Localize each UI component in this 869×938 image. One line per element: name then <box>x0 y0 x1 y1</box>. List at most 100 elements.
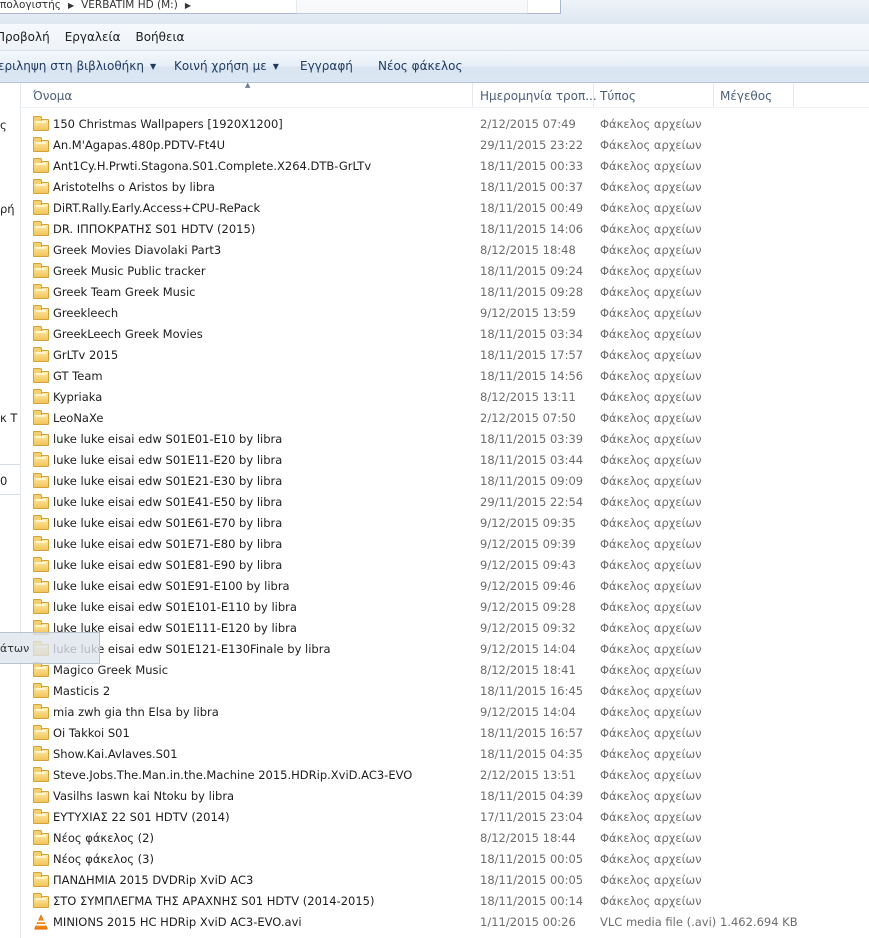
folder-icon <box>33 704 49 719</box>
file-row[interactable]: mia zwh gia thn Elsa by libra 9/12/2015 1… <box>21 702 869 723</box>
file-date-modified: 18/11/2015 03:34 <box>480 327 584 341</box>
file-date-modified: 18/11/2015 14:06 <box>480 222 584 236</box>
file-row[interactable]: GT Team 18/11/2015 14:56 Φάκελος αρχείων <box>21 366 869 387</box>
folder-icon <box>33 494 49 509</box>
file-name: 150 Christmas Wallpapers [1920X1200] <box>53 117 283 131</box>
file-row[interactable]: Magico Greek Music 8/12/2015 18:41 Φάκελος… <box>21 660 869 681</box>
file-row[interactable]: Kypriaka 8/12/2015 13:11 Φάκελος αρχείων <box>21 387 869 408</box>
file-row[interactable]: Greekleech 9/12/2015 13:59 Φάκελος αρχείων <box>21 303 869 324</box>
file-type: Φάκελος αρχείων <box>600 747 702 761</box>
nav-item-fragment[interactable]: ρή <box>0 202 15 216</box>
dropdown-arrow-icon: ▼ <box>149 62 157 71</box>
vlc-file-icon <box>33 915 49 930</box>
file-row[interactable]: 150 Christmas Wallpapers [1920X1200] 2/12… <box>21 114 869 135</box>
file-date-modified: 1/11/2015 00:26 <box>480 915 576 929</box>
file-row[interactable]: luke luke eisai edw S01E21-E30 by libra 1… <box>21 471 869 492</box>
folder-icon <box>33 137 49 152</box>
column-header-date[interactable]: Ημερομηνία τροπ... <box>480 89 597 103</box>
file-row[interactable]: Show.Kai.Avlaves.S01 18/11/2015 04:35 Φάκε… <box>21 744 869 765</box>
menu-tools[interactable]: Εργαλεία <box>59 30 130 44</box>
chevron-right-icon[interactable]: ▶ <box>185 1 191 10</box>
file-type: Φάκελος αρχείων <box>600 810 702 824</box>
column-header-name[interactable]: Όνομα <box>33 89 72 103</box>
column-divider[interactable] <box>593 83 594 107</box>
folder-icon <box>33 557 49 572</box>
file-row[interactable]: luke luke eisai edw S01E41-E50 by libra 2… <box>21 492 869 513</box>
file-row[interactable]: Steve.Jobs.The.Man.in.the.Machine 2015.H… <box>21 765 869 786</box>
breadcrumb-computer[interactable]: πολογιστής <box>0 0 61 11</box>
file-name: Kypriaka <box>53 390 103 404</box>
folder-icon <box>33 515 49 530</box>
file-row[interactable]: DiRT.Rally.Early.Access+CPU-RePack 18/11/… <box>21 198 869 219</box>
file-date-modified: 8/12/2015 13:11 <box>480 390 576 404</box>
file-name: Greek Music Public tracker <box>53 264 206 278</box>
file-row[interactable]: luke luke eisai edw S01E61-E70 by libra 9… <box>21 513 869 534</box>
file-row[interactable]: Aristotelhs o Aristos by libra 18/11/2015… <box>21 177 869 198</box>
column-header-type[interactable]: Τύπος <box>600 89 636 103</box>
file-row[interactable]: Νέος φάκελος (3) 18/11/2015 00:05 Φάκελος … <box>21 849 869 870</box>
file-row[interactable]: Vasilhs Iaswn kai Ntoku by libra 18/11/20… <box>21 786 869 807</box>
file-name: ΣΤΟ ΣΥΜΠΛΕΓΜΑ ΤΗΣ ΑΡΑΧΝΗΣ S01 HDTV (2014… <box>53 894 375 908</box>
folder-icon <box>33 305 49 320</box>
search-box[interactable] <box>296 0 528 14</box>
column-headers: ▲ Όνομα Ημερομηνία τροπ... Τύπος Μέγεθος <box>21 81 869 108</box>
nav-item-fragment[interactable]: κ Τ <box>0 411 17 425</box>
nav-item-fragment[interactable]: ς <box>0 118 7 132</box>
file-row[interactable]: luke luke eisai edw S01E101-E110 by libr… <box>21 597 869 618</box>
file-row[interactable]: luke luke eisai edw S01E71-E80 by libra 9… <box>21 534 869 555</box>
file-row[interactable]: GreekLeech Greek Movies 18/11/2015 03:34 Φ… <box>21 324 869 345</box>
file-date-modified: 18/11/2015 00:33 <box>480 159 584 173</box>
menu-help[interactable]: Βοήθεια <box>129 30 193 44</box>
file-name: ΕΥΤΥΧΙΑΣ 22 S01 HDTV (2014) <box>53 810 230 824</box>
nav-item-fragment[interactable]: 0 <box>0 474 7 488</box>
file-date-modified: 8/12/2015 18:44 <box>480 831 576 845</box>
file-row[interactable]: LeoNaXe 2/12/2015 07:50 Φάκελος αρχείων <box>21 408 869 429</box>
breadcrumb-drive[interactable]: VERBATIM HD (M:) <box>81 0 178 11</box>
file-row[interactable]: luke luke eisai edw S01E111-E120 by libr… <box>21 618 869 639</box>
file-name: Masticis 2 <box>53 684 111 698</box>
file-row[interactable]: Oi Takkoi S01 18/11/2015 16:57 Φάκελος αρχ… <box>21 723 869 744</box>
file-type: Φάκελος αρχείων <box>600 474 702 488</box>
file-row[interactable]: MINIONS 2015 HC HDRip XviD AC3-EVO.avi 1/… <box>21 912 869 933</box>
file-type: Φάκελος αρχείων <box>600 495 702 509</box>
column-divider[interactable] <box>793 83 794 107</box>
column-divider[interactable] <box>713 83 714 107</box>
chevron-right-icon[interactable]: ▶ <box>68 1 74 10</box>
file-name: luke luke eisai edw S01E81-E90 by libra <box>53 558 283 572</box>
file-name: luke luke eisai edw S01E21-E30 by libra <box>53 474 283 488</box>
file-date-modified: 9/12/2015 13:59 <box>480 306 576 320</box>
burn-button[interactable]: Εγγραφή <box>300 59 353 73</box>
file-row[interactable]: Masticis 2 18/11/2015 16:45 Φάκελος αρχείω… <box>21 681 869 702</box>
folder-icon <box>33 368 49 383</box>
share-with-button[interactable]: Κοινή χρήση με ▼ <box>174 59 279 73</box>
file-row[interactable]: ΕΥΤΥΧΙΑΣ 22 S01 HDTV (2014) 17/11/2015 23… <box>21 807 869 828</box>
new-folder-button[interactable]: Νέος φάκελος <box>378 59 463 73</box>
file-name: An.M'Agapas.480p.PDTV-Ft4U <box>53 138 226 152</box>
file-row[interactable]: An.M'Agapas.480p.PDTV-Ft4U 29/11/2015 23:… <box>21 135 869 156</box>
menu-view[interactable]: Προβολή <box>0 30 59 44</box>
file-row[interactable]: Greek Team Greek Music 18/11/2015 09:28 Φά… <box>21 282 869 303</box>
file-row[interactable]: Greek Music Public tracker 18/11/2015 09:… <box>21 261 869 282</box>
file-date-modified: 29/11/2015 23:22 <box>480 138 584 152</box>
file-row[interactable]: GrLTv 2015 18/11/2015 17:57 Φάκελος αρχείω… <box>21 345 869 366</box>
file-row[interactable]: DR. ΙΠΠΟΚΡΑΤΗΣ S01 HDTV (2015) 18/11/2015… <box>21 219 869 240</box>
file-row[interactable]: ΠΑΝΔΗΜΙΑ 2015 DVDRip XviD AC3 18/11/2015 … <box>21 870 869 891</box>
file-row[interactable]: Greek Movies Diavolaki Part3 8/12/2015 18… <box>21 240 869 261</box>
file-row[interactable]: Ant1Cy.H.Prwti.Stagona.S01.Complete.X264… <box>21 156 869 177</box>
file-row[interactable]: luke luke eisai edw S01E11-E20 by libra 1… <box>21 450 869 471</box>
tooltip-text: άτων <box>0 642 30 655</box>
file-row[interactable]: luke luke eisai edw S01E81-E90 by libra 9… <box>21 555 869 576</box>
column-header-size[interactable]: Μέγεθος <box>720 89 772 103</box>
navigation-pane[interactable]: ς ρή κ Τ 0 <box>0 83 21 938</box>
file-row[interactable]: luke luke eisai edw S01E01-E10 by libra 1… <box>21 429 869 450</box>
sort-ascending-icon: ▲ <box>245 81 251 89</box>
file-row[interactable]: luke luke eisai edw S01E91-E100 by libra… <box>21 576 869 597</box>
file-date-modified: 18/11/2015 04:39 <box>480 789 584 803</box>
file-row[interactable]: luke luke eisai edw S01E121-E130Finale b… <box>21 639 869 660</box>
share-with-label: Κοινή χρήση με <box>174 59 267 73</box>
file-row[interactable]: Νέος φάκελος (2) 8/12/2015 18:44 Φάκελος α… <box>21 828 869 849</box>
include-in-library-button[interactable]: εριληψη στη βιβλιοθήκη ▼ <box>0 59 156 73</box>
file-name: luke luke eisai edw S01E11-E20 by libra <box>53 453 283 467</box>
column-divider[interactable] <box>472 83 473 107</box>
file-row[interactable]: ΣΤΟ ΣΥΜΠΛΕΓΜΑ ΤΗΣ ΑΡΑΧΝΗΣ S01 HDTV (2014… <box>21 891 869 912</box>
